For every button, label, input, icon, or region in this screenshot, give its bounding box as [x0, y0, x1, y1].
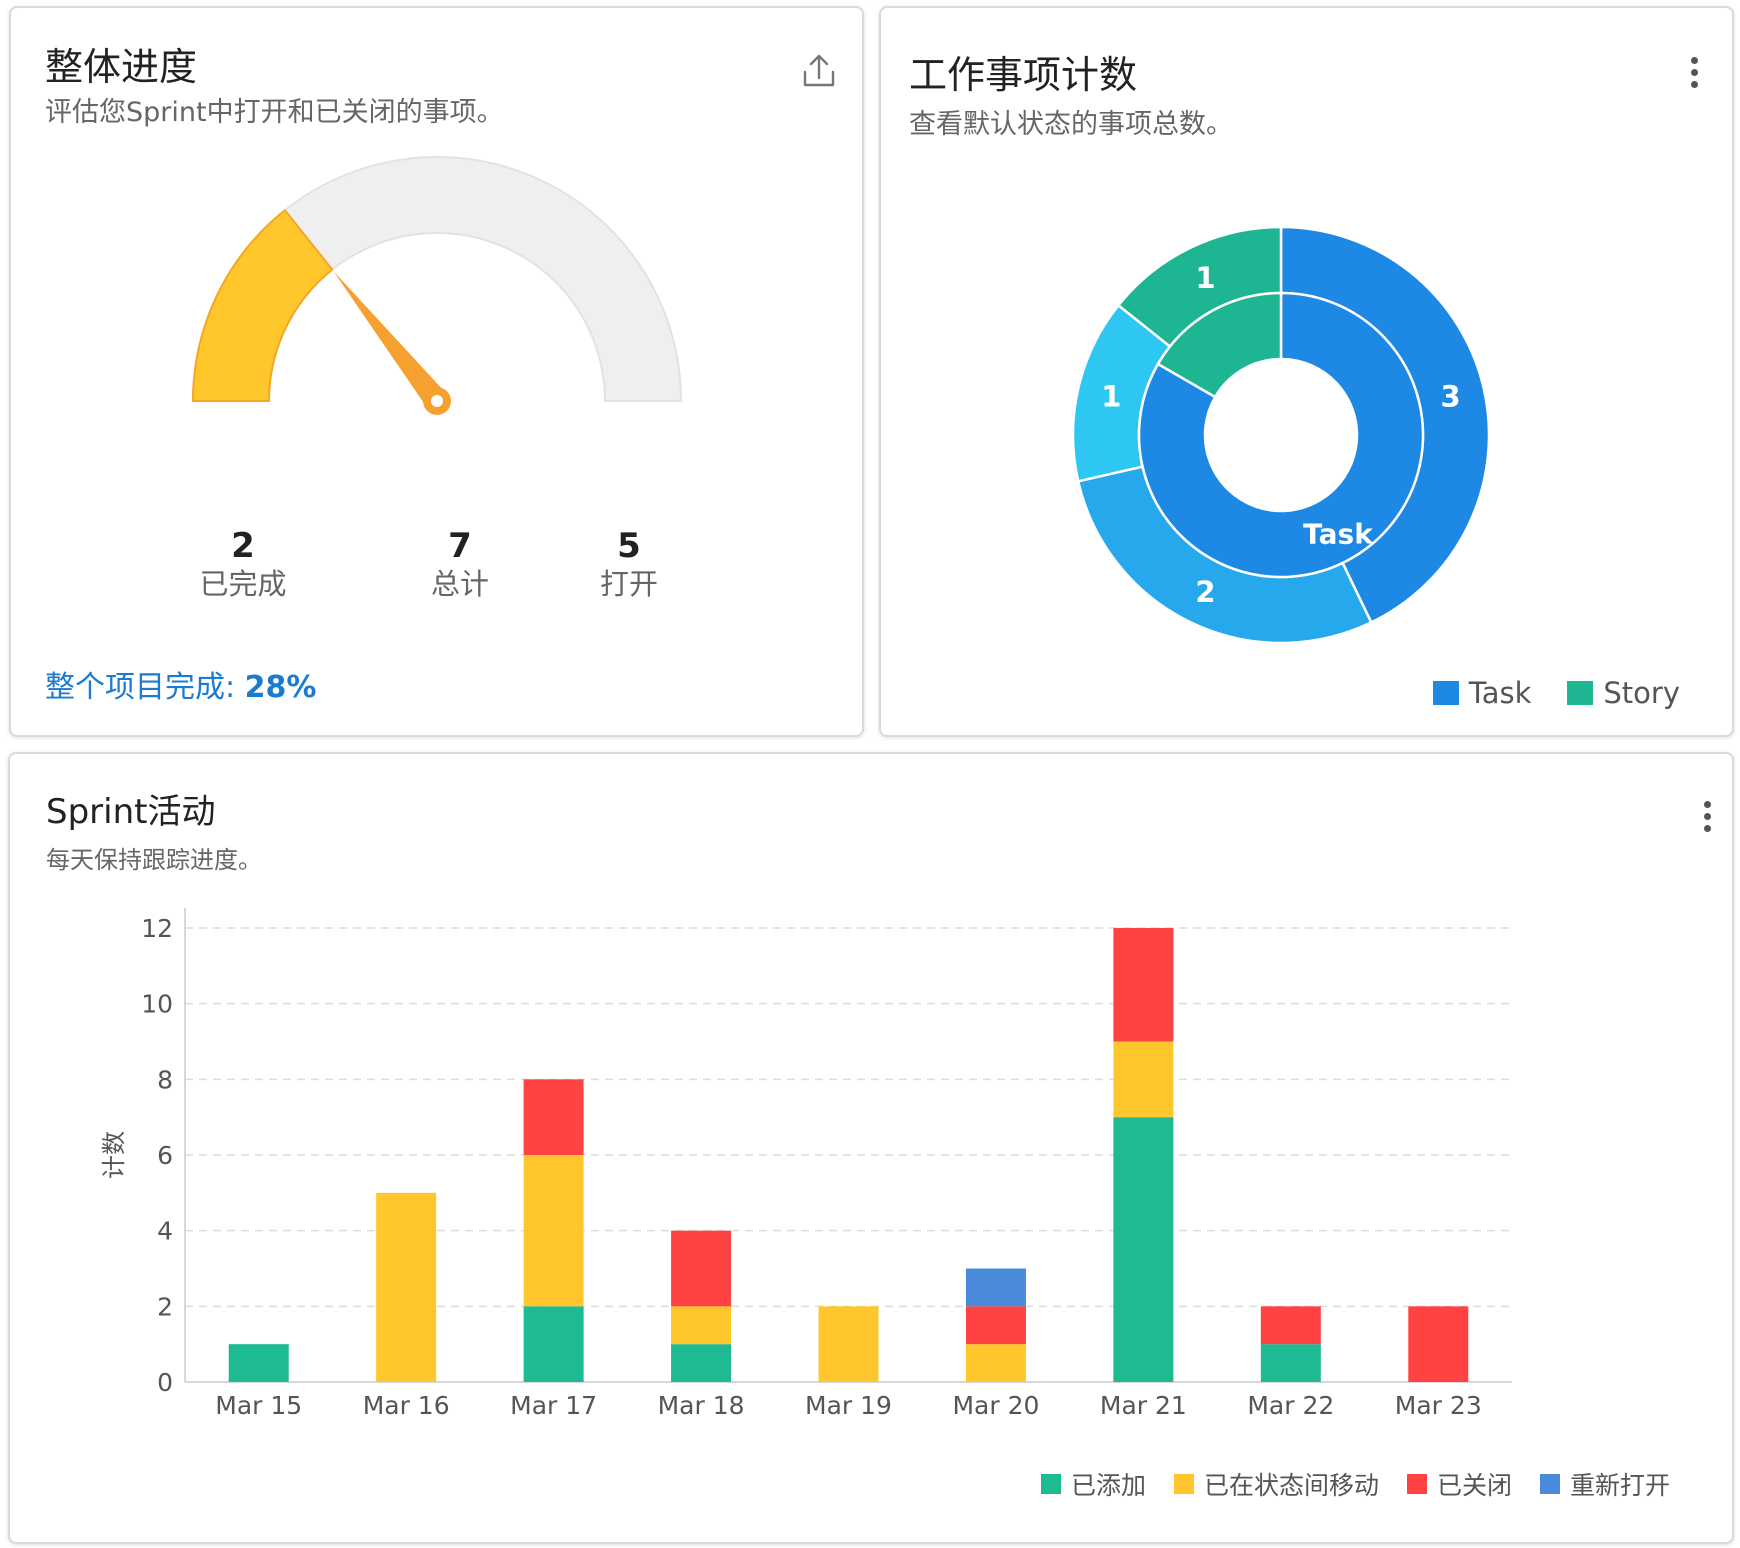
stat-completed-label: 已完成	[199, 567, 287, 601]
bar-segment[interactable]	[671, 1230, 732, 1307]
legend-label: 重新打开	[1569, 1471, 1670, 1500]
bar-legend: 已添加 已在状态间移动 已关闭 重新打开	[1040, 1466, 1670, 1502]
y-axis-label: 计数	[100, 1131, 128, 1179]
y-tick-label: 12	[141, 914, 173, 943]
sprint-activity-card: Sprint活动 每天保持跟踪进度。 0 2 4 6 8 10 12 计数 Mar 15 Mar …	[8, 752, 1734, 1544]
bar-legend-item[interactable]: 已关闭	[1406, 1466, 1512, 1502]
bar-segment[interactable]	[818, 1306, 879, 1382]
progress-gauge	[191, 156, 683, 415]
x-tick-label: Mar 17	[510, 1391, 597, 1420]
bar-segment[interactable]	[965, 1306, 1026, 1345]
bar-segment[interactable]	[965, 1344, 1026, 1382]
stat-open: 5 打开	[529, 526, 729, 602]
legend-label: Story	[1603, 676, 1680, 710]
bar-segment[interactable]	[671, 1344, 732, 1382]
x-tick-label: Mar 23	[1395, 1391, 1482, 1420]
gauge-needle	[333, 271, 447, 409]
y-tick-label: 10	[141, 990, 173, 1019]
bar-legend-item[interactable]: 已在状态间移动	[1173, 1466, 1379, 1502]
x-tick-label: Mar 16	[363, 1391, 450, 1420]
bar-segment[interactable]	[1113, 1041, 1174, 1118]
outer-ring-label-3: 1	[1195, 261, 1215, 295]
legend-swatch	[1040, 1474, 1061, 1494]
bar-segment[interactable]	[523, 1155, 584, 1307]
legend-label: Task	[1468, 676, 1532, 710]
donut-legend-item-story[interactable]: Story	[1567, 676, 1680, 710]
donut-legend-item-task[interactable]: Task	[1432, 676, 1532, 710]
outer-ring-label-2: 1	[1101, 379, 1121, 413]
stat-completed: 2 已完成	[143, 526, 343, 602]
y-tick-label: 8	[157, 1065, 173, 1094]
overall-progress-card: 整体进度 评估您Sprint中打开和已关闭的事项。 2 已完成 7 总计 5 打…	[9, 6, 864, 737]
stat-open-label: 打开	[599, 567, 658, 601]
legend-swatch	[1406, 1474, 1427, 1494]
work-item-count-card: 工作事项计数 查看默认状态的事项总数。 3 2 1 1 Task Task Story	[879, 6, 1734, 737]
legend-label: 已在状态间移动	[1203, 1471, 1379, 1500]
legend-label: 已关闭	[1436, 1471, 1512, 1500]
x-tick-label: Mar 18	[658, 1391, 745, 1420]
outer-ring-label-0: 3	[1441, 379, 1461, 413]
bar-segment[interactable]	[1260, 1306, 1321, 1345]
legend-swatch	[1432, 681, 1459, 705]
stat-open-value: 5	[617, 526, 641, 566]
work-item-donut-chart: 3 2 1 1 Task	[1071, 225, 1491, 645]
bar-segment[interactable]	[1260, 1344, 1321, 1382]
bar-segment[interactable]	[671, 1306, 732, 1345]
legend-swatch	[1567, 681, 1594, 705]
bar-segment[interactable]	[1408, 1306, 1469, 1382]
legend-label: 已添加	[1070, 1471, 1146, 1500]
bar-segment[interactable]	[376, 1192, 437, 1382]
x-tick-label: Mar 21	[1100, 1391, 1187, 1420]
donut-legend: Task Story	[1432, 676, 1680, 710]
x-tick-label: Mar 15	[215, 1391, 302, 1420]
outer-ring-label-1: 2	[1195, 575, 1215, 609]
x-tick-label: Mar 22	[1247, 1391, 1334, 1420]
stat-completed-value: 2	[231, 526, 255, 566]
completion-label: 整个项目完成:	[45, 670, 236, 705]
x-tick-label: Mar 19	[805, 1391, 892, 1420]
y-tick-label: 4	[157, 1217, 173, 1246]
bar-segment[interactable]	[523, 1306, 584, 1382]
bar-legend-item[interactable]: 已添加	[1040, 1466, 1146, 1502]
bar-segment[interactable]	[1113, 928, 1174, 1042]
bar-segment[interactable]	[523, 1079, 584, 1155]
gauge-needle-hub-dot	[431, 395, 443, 407]
y-tick-label: 6	[157, 1141, 173, 1170]
y-tick-label: 0	[157, 1368, 173, 1397]
legend-swatch	[1539, 1474, 1560, 1494]
inner-ring-label-0: Task	[1303, 518, 1374, 551]
project-completion-link[interactable]: 整个项目完成: 28%	[45, 662, 316, 706]
bar-segment[interactable]	[1113, 1117, 1174, 1382]
bar-segment[interactable]	[965, 1268, 1026, 1307]
completion-value: 28%	[244, 670, 317, 705]
bar-legend-item[interactable]: 重新打开	[1539, 1466, 1670, 1502]
x-tick-label: Mar 20	[952, 1391, 1039, 1420]
legend-swatch	[1173, 1474, 1194, 1494]
sprint-activity-bar-chart: 0 2 4 6 8 10 12 计数 Mar 15 Mar 16 Mar 17 Mar 18 Mar 1…	[100, 908, 1512, 1420]
y-tick-label: 2	[157, 1292, 173, 1321]
bar-segment[interactable]	[228, 1344, 289, 1382]
